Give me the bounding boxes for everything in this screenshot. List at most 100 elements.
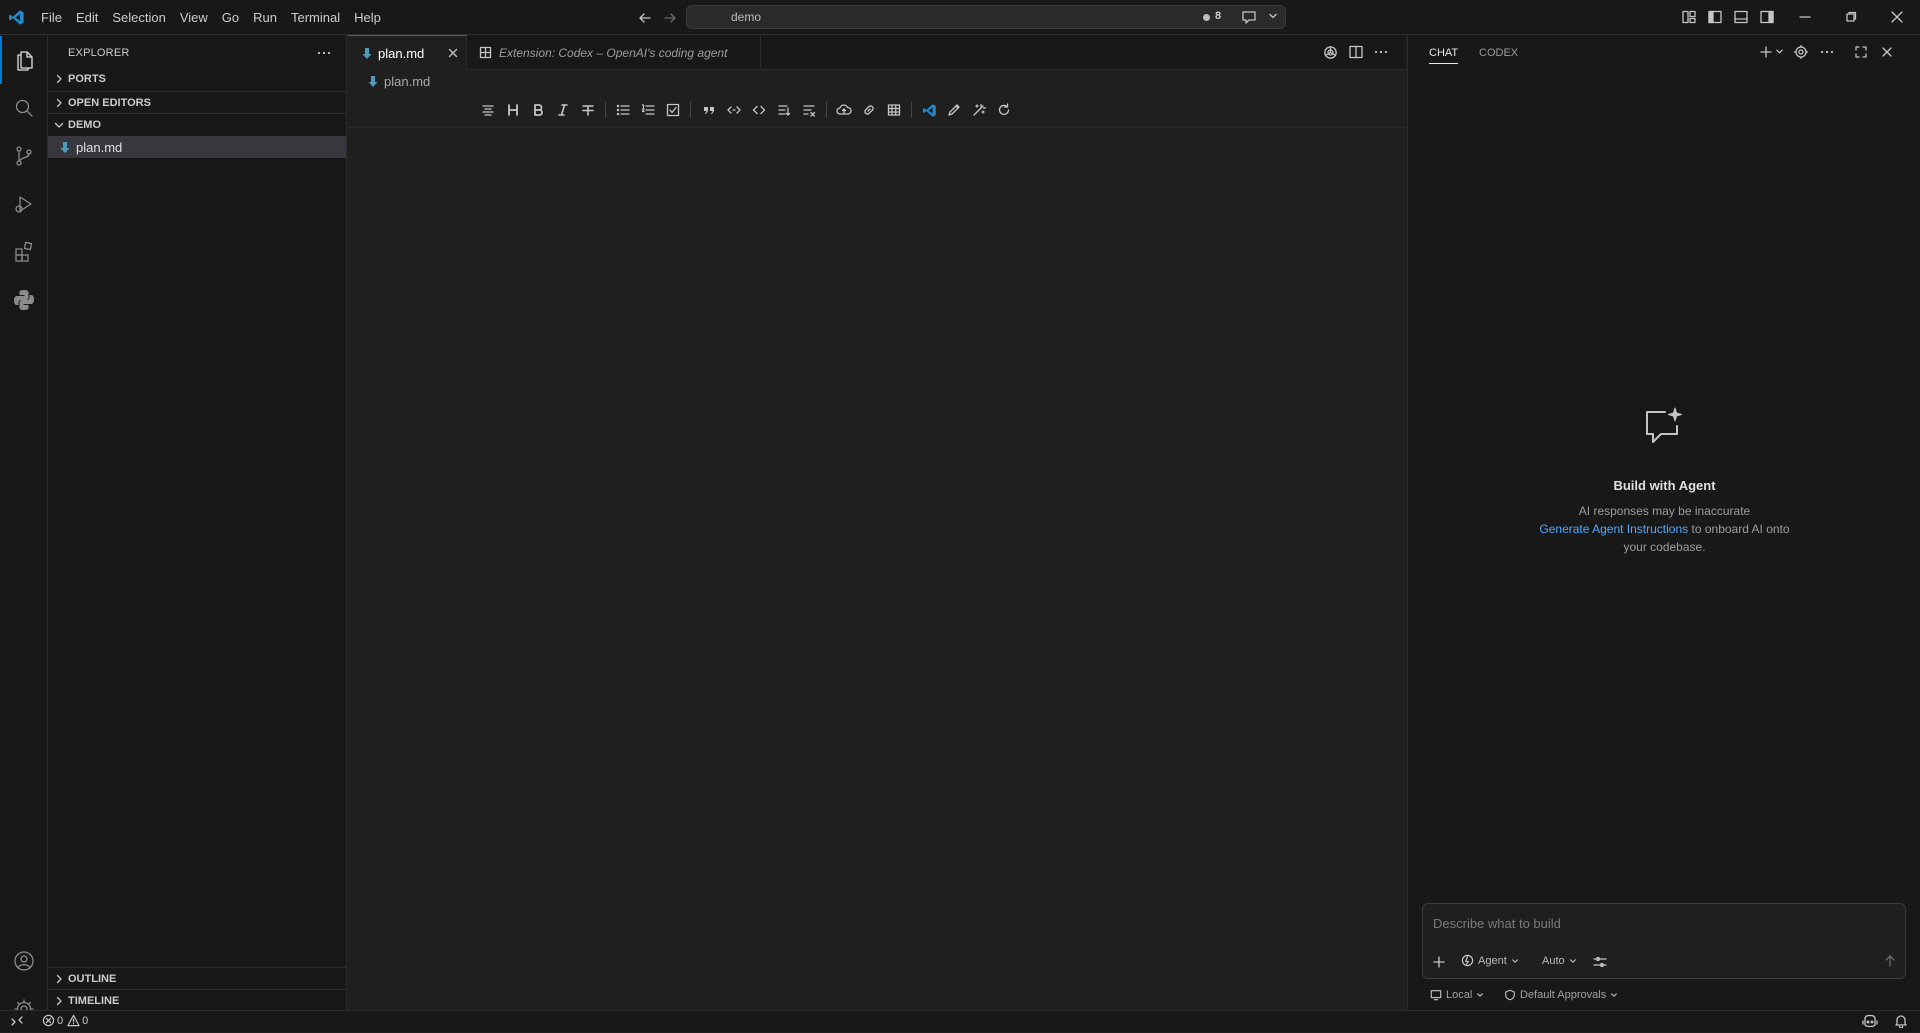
toggle-primary-sidebar-icon[interactable] bbox=[1707, 9, 1723, 25]
location-picker[interactable]: Local bbox=[1430, 989, 1484, 1001]
tab-extension-codex[interactable]: Extension: Codex – OpenAI's coding agent bbox=[467, 35, 761, 70]
tab-plan-md[interactable]: plan.md bbox=[348, 35, 467, 70]
more-actions-icon[interactable] bbox=[1819, 44, 1835, 60]
accounts-activity[interactable] bbox=[0, 937, 48, 985]
edit-pencil-icon[interactable] bbox=[945, 101, 963, 119]
chevron-down-icon[interactable] bbox=[1775, 47, 1784, 56]
section-outline[interactable]: OUTLINE bbox=[48, 967, 347, 989]
close-window-icon[interactable] bbox=[1889, 9, 1905, 25]
checkbox-icon[interactable] bbox=[664, 101, 682, 119]
menu-selection[interactable]: Selection bbox=[105, 0, 172, 35]
title-bar: File Edit Selection View Go Run Terminal… bbox=[0, 0, 1920, 35]
menu-bar: File Edit Selection View Go Run Terminal… bbox=[34, 0, 388, 35]
approvals-picker[interactable]: Default Approvals bbox=[1504, 989, 1618, 1001]
file-item-plan-md[interactable]: plan.md bbox=[48, 136, 346, 158]
menu-help[interactable]: Help bbox=[347, 0, 388, 35]
editor-tabs: plan.md Extension: Codex – OpenAI's codi… bbox=[348, 35, 1406, 70]
explorer-activity[interactable] bbox=[0, 36, 48, 84]
add-context-icon[interactable] bbox=[1431, 954, 1447, 970]
tab-label: plan.md bbox=[378, 45, 425, 61]
text-wrap-icon[interactable] bbox=[775, 101, 793, 119]
strikethrough-icon[interactable] bbox=[579, 101, 597, 119]
model-picker[interactable]: Auto bbox=[1542, 955, 1577, 967]
search-activity[interactable] bbox=[0, 84, 48, 132]
link-icon[interactable] bbox=[860, 101, 878, 119]
upload-image-icon[interactable] bbox=[835, 101, 853, 119]
chat-input-placeholder[interactable]: Describe what to build bbox=[1433, 916, 1561, 931]
mode-picker[interactable]: Agent bbox=[1461, 954, 1519, 967]
toolbar-divider bbox=[690, 102, 691, 118]
inline-code-icon[interactable] bbox=[725, 101, 743, 119]
chat-sync-icon[interactable] bbox=[1241, 9, 1259, 25]
markdown-file-icon bbox=[362, 47, 372, 59]
extensions-icon bbox=[479, 46, 492, 59]
section-timeline[interactable]: TIMELINE bbox=[48, 989, 347, 1011]
run-debug-icon bbox=[12, 192, 36, 216]
remote-icon[interactable] bbox=[10, 1014, 24, 1028]
bold-icon[interactable] bbox=[529, 101, 547, 119]
menu-view[interactable]: View bbox=[173, 0, 215, 35]
run-debug-activity[interactable] bbox=[0, 180, 48, 228]
openai-icon[interactable] bbox=[1322, 44, 1339, 61]
restore-icon[interactable] bbox=[1843, 9, 1859, 25]
tools-icon[interactable] bbox=[1592, 954, 1608, 970]
python-activity[interactable] bbox=[0, 276, 48, 324]
vscode-logo-icon bbox=[8, 9, 25, 26]
toolbar-divider bbox=[605, 102, 606, 118]
source-control-activity[interactable] bbox=[0, 132, 48, 180]
back-arrow-icon[interactable] bbox=[637, 10, 653, 26]
forward-arrow-icon[interactable] bbox=[662, 10, 678, 26]
magic-wand-icon[interactable] bbox=[970, 101, 988, 119]
section-ports[interactable]: PORTS bbox=[48, 68, 347, 90]
menu-go[interactable]: Go bbox=[215, 0, 246, 35]
send-icon[interactable] bbox=[1883, 954, 1897, 968]
refresh-icon[interactable] bbox=[995, 101, 1013, 119]
italic-icon[interactable] bbox=[554, 101, 572, 119]
more-actions-icon[interactable] bbox=[316, 45, 332, 61]
problems-indicator[interactable]: 0 0 bbox=[42, 1014, 88, 1027]
minimize-icon[interactable] bbox=[1797, 9, 1813, 25]
toolbar-divider bbox=[911, 102, 912, 118]
close-icon[interactable] bbox=[1879, 44, 1895, 60]
numbered-list-icon[interactable] bbox=[639, 101, 657, 119]
notifications-bell-icon[interactable] bbox=[1894, 1014, 1908, 1028]
command-center[interactable]: demo 8 bbox=[686, 5, 1286, 29]
copilot-icon[interactable] bbox=[1862, 1014, 1878, 1029]
table-icon[interactable] bbox=[885, 101, 903, 119]
chat-input-box[interactable]: Describe what to build Agent Auto bbox=[1422, 903, 1906, 979]
vscode-icon[interactable] bbox=[920, 101, 938, 119]
generate-instructions-link[interactable]: Generate Agent Instructions bbox=[1539, 522, 1688, 536]
menu-edit[interactable]: Edit bbox=[69, 0, 105, 35]
maximize-icon[interactable] bbox=[1853, 44, 1869, 60]
more-actions-icon[interactable] bbox=[1373, 44, 1389, 60]
customize-layout-icon[interactable] bbox=[1681, 9, 1697, 25]
clear-format-icon[interactable] bbox=[800, 101, 818, 119]
source-control-icon bbox=[12, 144, 36, 168]
split-editor-icon[interactable] bbox=[1348, 44, 1364, 60]
extensions-activity[interactable] bbox=[0, 228, 48, 276]
section-open-editors[interactable]: OPEN EDITORS bbox=[48, 91, 347, 113]
tab-chat[interactable]: CHAT bbox=[1429, 47, 1459, 64]
chat-sparkle-icon bbox=[1641, 406, 1685, 448]
section-demo[interactable]: DEMO bbox=[48, 113, 347, 135]
menu-terminal[interactable]: Terminal bbox=[284, 0, 347, 35]
menu-run[interactable]: Run bbox=[246, 0, 284, 35]
gear-icon[interactable] bbox=[1793, 44, 1809, 60]
quote-icon[interactable] bbox=[700, 101, 718, 119]
toggle-panel-icon[interactable] bbox=[1733, 9, 1749, 25]
chevron-down-icon[interactable] bbox=[1268, 11, 1278, 21]
heading-icon[interactable] bbox=[504, 101, 522, 119]
menu-file[interactable]: File bbox=[34, 0, 69, 35]
breadcrumb-file[interactable]: plan.md bbox=[384, 74, 430, 89]
align-center-icon[interactable] bbox=[479, 101, 497, 119]
tab-codex[interactable]: CODEX bbox=[1479, 47, 1518, 59]
instructions-suffix: to onboard AI onto bbox=[1691, 522, 1790, 536]
new-chat-icon[interactable] bbox=[1758, 44, 1774, 60]
toggle-secondary-sidebar-icon[interactable] bbox=[1759, 9, 1775, 25]
instructions-suffix-2: your codebase. bbox=[1623, 540, 1706, 554]
close-icon[interactable] bbox=[446, 46, 460, 60]
chevron-down-icon bbox=[54, 122, 64, 128]
code-block-icon[interactable] bbox=[750, 101, 768, 119]
chevron-down-icon bbox=[1569, 959, 1576, 963]
bulleted-list-icon[interactable] bbox=[614, 101, 632, 119]
